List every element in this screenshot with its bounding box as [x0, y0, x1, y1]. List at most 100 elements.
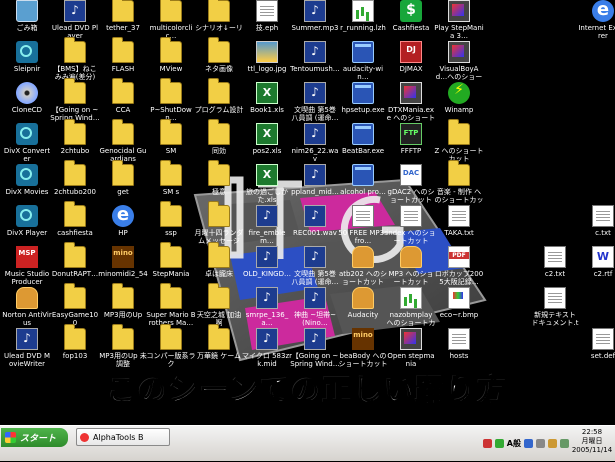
ime-mode-label[interactable]: A般: [507, 438, 521, 449]
desktop-shortcut[interactable]: DJMAX: [386, 41, 436, 73]
desktop-shortcut[interactable]: Tentoumush…: [290, 41, 340, 73]
desktop-shortcut[interactable]: 神曲 ~坦帯~ (Nino…: [290, 287, 340, 327]
desktop-shortcut[interactable]: Book1.xls: [242, 82, 292, 114]
desktop-shortcut[interactable]: 音楽 - 制作 へのショートカット: [434, 160, 484, 204]
desktop-shortcut[interactable]: マイクロ 583zrk.mid: [242, 328, 292, 368]
desktop-shortcut[interactable]: TAKA.txt: [434, 205, 484, 237]
desktop-shortcut[interactable]: nim26_22.wav: [290, 123, 340, 163]
desktop-shortcut[interactable]: 2chtubo: [50, 119, 100, 155]
desktop[interactable]: このシーンでの正しい踊り方 ごみ箱 Ulead DVD Player tether_…: [0, 0, 615, 425]
desktop-shortcut[interactable]: 【Going on ~Spring Wind…: [50, 78, 100, 122]
desktop-shortcut[interactable]: hosts: [434, 328, 484, 360]
desktop-shortcut[interactable]: c2.rtf: [578, 246, 615, 278]
desktop-shortcut[interactable]: 極意: [194, 160, 244, 196]
desktop-shortcut[interactable]: 文喫曲 第5巻 八員調 (運命…: [290, 82, 340, 122]
desktop-shortcut[interactable]: smrpe_136_a…: [242, 287, 292, 327]
desktop-shortcut[interactable]: CCA: [98, 78, 148, 114]
desktop-shortcut[interactable]: 技.eph: [242, 0, 292, 32]
desktop-shortcut[interactable]: MP3 へのショートカット: [386, 246, 436, 286]
desktop-shortcut[interactable]: Super Mario Brothers Ma…: [146, 283, 196, 327]
desktop-shortcut[interactable]: fop103: [50, 324, 100, 360]
desktop-shortcut[interactable]: ssp: [146, 201, 196, 237]
desktop-shortcut[interactable]: Genocidal Guardians: [98, 119, 148, 163]
desktop-shortcut[interactable]: EasyGame100: [50, 283, 100, 327]
desktop-shortcut[interactable]: DivX Player: [2, 205, 52, 237]
desktop-shortcut[interactable]: ごみ箱: [2, 0, 52, 32]
desktop-shortcut[interactable]: Open stepmania: [386, 328, 436, 368]
desktop-shortcut[interactable]: VisualBoyAd…へのショートカット: [434, 41, 484, 81]
desktop-shortcut[interactable]: DonutRAPT…: [50, 242, 100, 278]
security-icon[interactable]: [482, 439, 492, 448]
desktop-shortcut[interactable]: MP3用のUp 未調整: [98, 324, 148, 368]
desktop-shortcut[interactable]: ロボカップ2005大阪記録…: [434, 246, 484, 286]
network-icon[interactable]: [536, 439, 545, 448]
desktop-shortcut[interactable]: 旅の過ごしかた.xls: [242, 164, 292, 204]
desktop-shortcut[interactable]: ネタ画像: [194, 37, 244, 73]
desktop-shortcut[interactable]: Sleipnir: [2, 41, 52, 73]
desktop-shortcut[interactable]: 50 FREE MP3s fro…: [338, 205, 388, 245]
desktop-shortcut[interactable]: FFFTP: [386, 123, 436, 155]
desktop-shortcut[interactable]: atb202 へのショートカット: [338, 246, 388, 286]
desktop-shortcut[interactable]: c.txt: [578, 205, 615, 237]
desktop-shortcut[interactable]: Music Studio Producer: [2, 246, 52, 286]
desktop-shortcut[interactable]: OLD_KINGD…: [242, 246, 292, 278]
desktop-shortcut[interactable]: eco~r.bmp: [434, 287, 484, 319]
desktop-shortcut[interactable]: tether_37: [98, 0, 148, 32]
desktop-shortcut[interactable]: minomidi2_54: [98, 246, 148, 278]
desktop-shortcut[interactable]: StepMania: [146, 242, 196, 278]
desktop-shortcut[interactable]: MP3用のUp: [98, 283, 148, 319]
desktop-shortcut[interactable]: Z へのショートカット: [434, 119, 484, 163]
desktop-shortcut[interactable]: Internet Explorer: [578, 0, 615, 40]
desktop-shortcut[interactable]: 天空之城 加油啊: [194, 283, 244, 327]
desktop-shortcut[interactable]: Cashfiesta: [386, 0, 436, 32]
clock[interactable]: 22:58 月曜日 2005/11/14: [569, 426, 615, 462]
desktop-shortcut[interactable]: pos2.xls: [242, 123, 292, 155]
desktop-shortcut[interactable]: 【BMS】ねこみみ遍(差分): [50, 37, 100, 81]
desktop-shortcut[interactable]: gDAC2 へのショートカット: [386, 164, 436, 204]
desktop-shortcut[interactable]: beaBody へのショートカット: [338, 328, 388, 368]
desktop-shortcut[interactable]: コンパー版系ラク: [146, 324, 196, 368]
desktop-shortcut[interactable]: プログラム設計: [194, 78, 244, 114]
desktop-shortcut[interactable]: HP: [98, 204, 148, 237]
desktop-shortcut[interactable]: 【Going on ~Spring Wind…: [290, 328, 340, 368]
desktop-shortcut[interactable]: Winamp: [434, 82, 484, 114]
desktop-shortcut[interactable]: ttl_logo.jpg: [242, 41, 292, 73]
desktop-shortcut[interactable]: 卓は朧床: [194, 242, 244, 278]
desktop-shortcut[interactable]: ppland_mid…: [290, 164, 340, 196]
desktop-shortcut[interactable]: multicolorclic…: [146, 0, 196, 40]
help-icon[interactable]: [548, 439, 557, 448]
desktop-shortcut[interactable]: P~ShutDown…: [146, 78, 196, 122]
desktop-shortcut[interactable]: set.def: [578, 328, 615, 360]
ime-status-icon[interactable]: [494, 439, 504, 448]
desktop-shortcut[interactable]: Ulead DVD Player: [50, 0, 100, 40]
tools-icon[interactable]: [560, 439, 569, 448]
desktop-shortcut[interactable]: 万華鏡 ケーム: [194, 324, 244, 360]
desktop-shortcut[interactable]: cashfiesta: [50, 201, 100, 237]
desktop-shortcut[interactable]: nazobmplay へのショートカット: [386, 287, 436, 327]
desktop-shortcut[interactable]: Ulead DVD MovieWriter: [2, 328, 52, 368]
desktop-shortcut[interactable]: 2chtubo200: [50, 160, 100, 196]
desktop-shortcut[interactable]: alcohol pro…: [338, 164, 388, 196]
start-button[interactable]: スタート: [1, 428, 68, 447]
desktop-shortcut[interactable]: シナリオ↓ーリ: [194, 0, 244, 32]
desktop-shortcut[interactable]: DTXMania.exe へのショートカット: [386, 82, 436, 122]
desktop-shortcut[interactable]: Norton AntiVirus: [2, 287, 52, 327]
desktop-shortcut[interactable]: SM s: [146, 160, 196, 196]
desktop-shortcut[interactable]: 同効: [194, 119, 244, 155]
desktop-shortcut[interactable]: BeatBar.exe: [338, 123, 388, 155]
desktop-shortcut[interactable]: 新規テキスト ドキュメント.txt: [530, 287, 580, 327]
desktop-shortcut[interactable]: c2.txt: [530, 246, 580, 278]
desktop-shortcut[interactable]: DivX Movies: [2, 164, 52, 196]
desktop-shortcut[interactable]: SM: [146, 119, 196, 155]
desktop-shortcut[interactable]: 文喫曲 第5巻 八員調 (運命…: [290, 246, 340, 286]
desktop-shortcut[interactable]: r_running.lzh: [338, 0, 388, 32]
desktop-shortcut[interactable]: CloneCD: [2, 82, 52, 114]
desktop-shortcut[interactable]: REC001.wav: [290, 205, 340, 237]
desktop-shortcut[interactable]: fire_emblem…: [242, 205, 292, 245]
desktop-shortcut[interactable]: FLASH: [98, 37, 148, 73]
desktop-shortcut[interactable]: DivX Converter: [2, 123, 52, 163]
desktop-shortcut[interactable]: 月曜十四ランダムメッセージ: [194, 201, 244, 245]
desktop-shortcut[interactable]: hpsetup.exe: [338, 82, 388, 114]
desktop-shortcut[interactable]: MView: [146, 37, 196, 73]
volume-icon[interactable]: [524, 439, 533, 448]
